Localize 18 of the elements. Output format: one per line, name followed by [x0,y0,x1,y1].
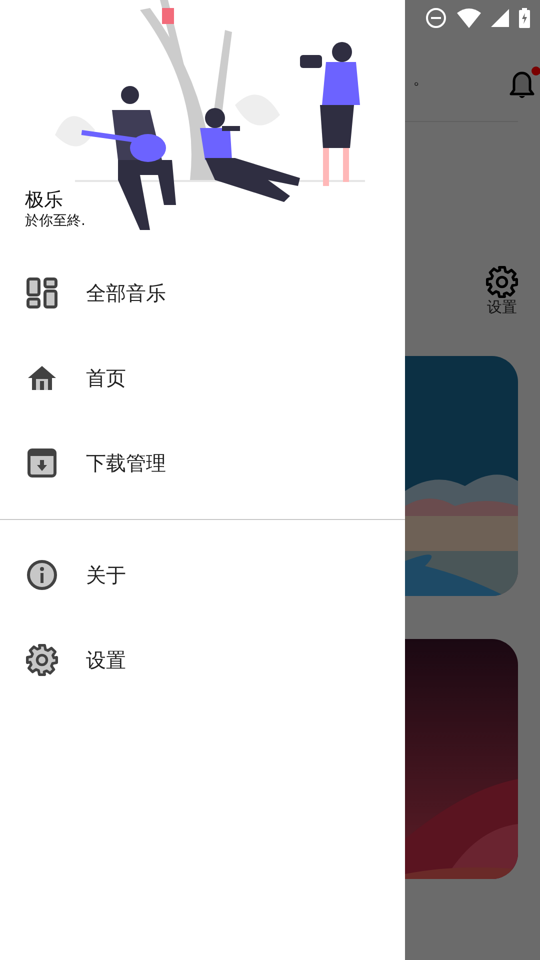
settings-label: 设置 [487,298,517,316]
menu-item[interactable]: 设置 [0,617,405,702]
settings-icon [26,644,58,676]
wifi-icon [457,8,481,28]
app-title: 极乐 [25,189,63,212]
menu-item[interactable]: 全部音乐 [0,250,405,335]
signal-icon [491,9,509,27]
download-box-icon [26,446,58,478]
menu-item[interactable]: 首页 [0,335,405,420]
app-slogan: 於你至終. [25,212,86,230]
battery-icon [519,8,530,28]
settings-icon[interactable] [486,266,518,298]
menu-item[interactable]: 下载管理 [0,420,405,505]
menu-item[interactable]: 关于 [0,532,405,617]
grid-icon [26,276,58,308]
do-not-disturb-icon [425,7,447,29]
info-icon [26,558,58,590]
header-text: 。 [413,68,429,90]
